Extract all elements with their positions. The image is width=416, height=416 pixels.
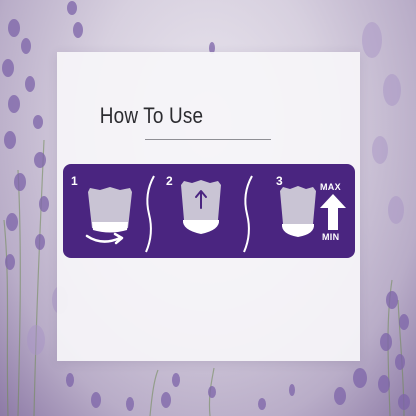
max-label: MAX — [320, 182, 341, 192]
product-image: How To Use 1 2 3 MAX MIN — [0, 0, 416, 416]
cup-with-level-icon — [280, 186, 316, 237]
min-label: MIN — [322, 232, 340, 242]
step-1-number: 1 — [71, 174, 78, 188]
cup-with-twist-arrow-icon — [85, 187, 132, 245]
step-2-number: 2 — [166, 174, 173, 188]
level-up-arrow-icon — [320, 194, 346, 230]
step-divider-1 — [145, 175, 155, 253]
panel-title: How To Use — [99, 103, 204, 128]
step-divider-2 — [243, 175, 253, 253]
title-divider — [145, 139, 271, 140]
cup-with-up-arrow-icon — [181, 180, 221, 234]
